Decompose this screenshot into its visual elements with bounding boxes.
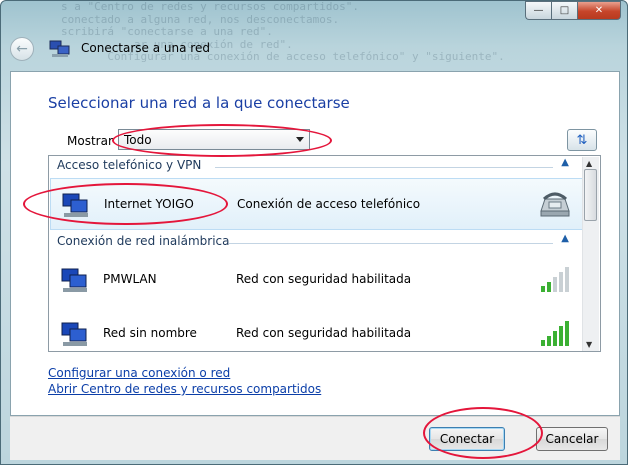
window-frame: s a "Centro de redes y recursos comparti…: [0, 0, 628, 465]
minimize-button[interactable]: —: [525, 1, 551, 20]
dialog-content: Seleccionar una red a la que conectarse …: [10, 71, 620, 416]
group-label: Acceso telefónico y VPN: [57, 158, 202, 172]
group-label: Conexión de red inalámbrica: [57, 234, 230, 248]
scrollbar-thumb[interactable]: [584, 169, 597, 221]
network-name: Red sin nombre: [103, 326, 197, 340]
signal-strength-icon: [541, 321, 569, 346]
network-type: Red con seguridad habilitada: [236, 326, 412, 340]
group-header-wireless[interactable]: Conexión de red inalámbrica ▲: [49, 232, 583, 254]
refresh-button[interactable]: ⇅: [567, 129, 597, 151]
divider: [215, 167, 553, 168]
network-type: Conexión de acceso telefónico: [237, 197, 421, 211]
network-computers-icon: [61, 322, 87, 346]
cancel-button[interactable]: Cancelar: [536, 427, 608, 451]
close-button[interactable]: ✕: [577, 1, 621, 20]
divider: [229, 243, 553, 244]
annotation-oval-internet-yoigo: [23, 183, 228, 225]
back-arrow-icon[interactable]: ←: [10, 37, 34, 61]
signal-strength-icon: [541, 267, 569, 292]
window-title: Conectarse a una red: [81, 41, 210, 55]
group-header-dialup[interactable]: Acceso telefónico y VPN ▲: [49, 156, 583, 178]
window-controls: — □ ✕: [525, 1, 621, 20]
annotation-oval-connect: [423, 407, 543, 459]
show-label: Mostrar: [67, 134, 113, 148]
refresh-icon: ⇅: [576, 132, 588, 148]
network-list-scrollbar[interactable]: ▲ ▼: [582, 157, 599, 351]
chevron-up-icon[interactable]: ▲: [561, 157, 569, 168]
network-item-pmwlan[interactable]: PMWLAN Red con seguridad habilitada: [50, 254, 583, 306]
telephone-icon: [540, 192, 570, 217]
scroll-down-icon[interactable]: ▼: [586, 340, 592, 349]
maximize-button[interactable]: □: [551, 1, 577, 20]
page-title: Seleccionar una red a la que conectarse: [48, 94, 350, 112]
network-item-red-sin-nombre[interactable]: Red sin nombre Red con seguridad habilit…: [50, 308, 583, 351]
network-computers-icon: [49, 40, 70, 57]
annotation-oval-show-filter: [112, 124, 332, 157]
chevron-up-icon[interactable]: ▲: [561, 233, 569, 244]
setup-connection-link[interactable]: Configurar una conexión o red: [48, 366, 230, 380]
network-computers-icon: [61, 268, 87, 292]
scroll-up-icon[interactable]: ▲: [586, 159, 592, 168]
open-network-center-link[interactable]: Abrir Centro de redes y recursos compart…: [48, 382, 321, 396]
network-name: PMWLAN: [103, 272, 157, 286]
background-text: s a "Centro de redes y recursos comparti…: [61, 1, 505, 63]
network-type: Red con seguridad habilitada: [236, 272, 412, 286]
